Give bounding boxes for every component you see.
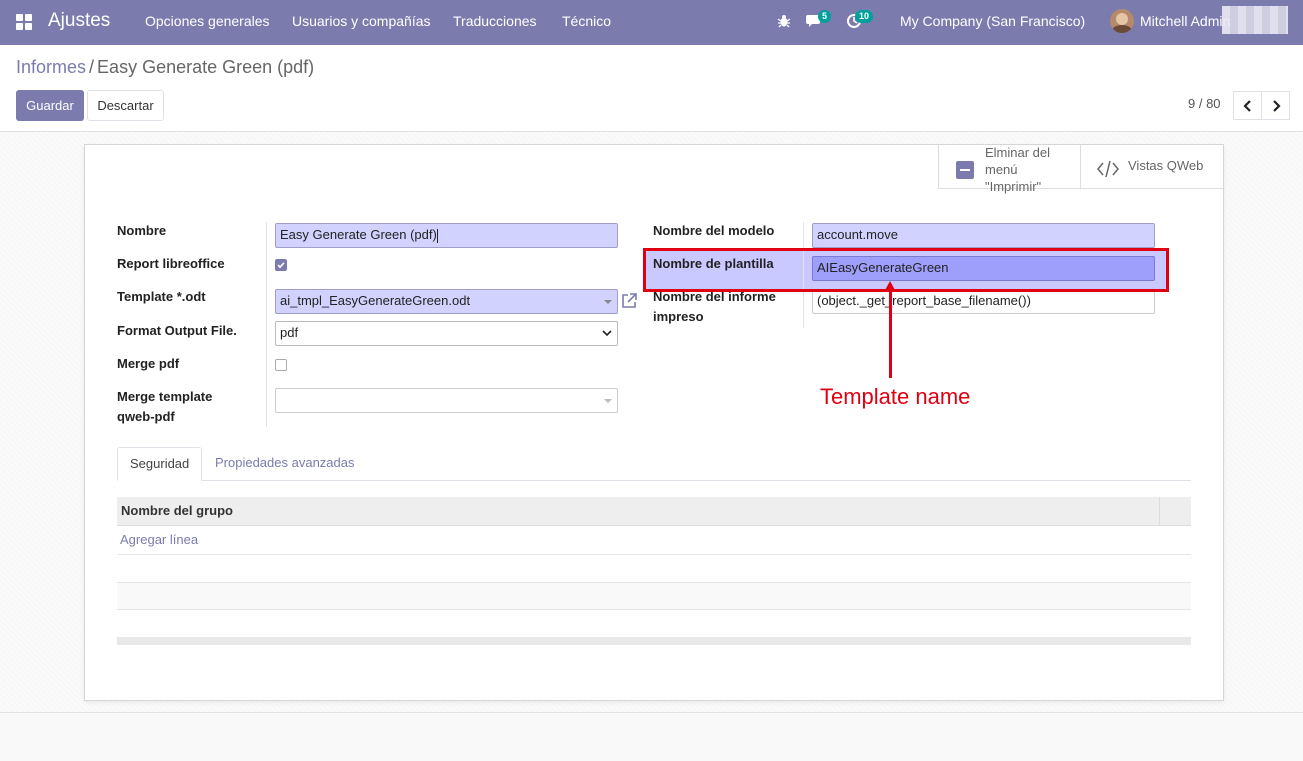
activity-count-badge: 10 [855,10,874,23]
breadcrumb-parent[interactable]: Informes [16,57,86,77]
code-icon [1097,160,1119,178]
template-odt-select[interactable]: ai_tmpl_EasyGenerateGreen.odt [275,289,618,314]
menu-general-settings[interactable]: Opciones generales [145,13,270,29]
breadcrumb-current: Easy Generate Green (pdf) [97,57,315,77]
report-libreoffice-label: Report libreoffice [117,256,225,271]
merge-pdf-checkbox[interactable] [275,359,287,371]
external-link-icon[interactable] [620,292,638,313]
menu-technical[interactable]: Técnico [562,13,611,29]
tab-advanced-properties[interactable]: Propiedades avanzadas [203,447,367,481]
control-panel: Informes / Easy Generate Green (pdf) Guard… [0,45,1303,132]
apps-menu-icon[interactable] [16,14,32,30]
groups-table-header: Nombre del grupo [117,497,1191,526]
table-row [117,583,1191,609]
table-row [117,554,1191,555]
smart-button-box: Elminar del menú "Imprimir" Vistas QWeb [938,145,1223,194]
printed-report-name-input[interactable]: (object._get_report_base_filename()) [812,289,1155,314]
redacted-area [1222,6,1288,34]
user-menu[interactable]: Mitchell Admin [1140,13,1230,29]
table-footer [117,637,1191,645]
minus-square-icon [956,161,974,179]
debug-bug-icon[interactable] [777,14,791,31]
company-switcher[interactable]: My Company (San Francisco) [900,13,1085,29]
pager-previous-button[interactable] [1233,91,1262,120]
messages-count-badge: 5 [818,10,832,23]
discard-button[interactable]: Descartar [87,90,164,121]
menu-users-companies[interactable]: Usuarios y compañías [292,13,431,29]
top-navbar: Ajustes Opciones generales Usuarios y co… [0,0,1303,45]
breadcrumb-separator: / [89,57,95,77]
name-label: Nombre [117,223,167,238]
menu-translations[interactable]: Traducciones [453,13,537,29]
chevron-right-icon [1272,99,1281,112]
check-icon [277,262,285,269]
add-line-link[interactable]: Agregar línea [120,532,198,547]
printed-report-name-label: Nombre del informe impreso [653,289,776,324]
format-output-select[interactable]: pdf [275,321,618,346]
annotation-label: Template name [820,384,971,409]
model-name-input[interactable]: account.move [812,223,1155,248]
report-libreoffice-checkbox[interactable] [275,259,287,271]
annotation-arrow-up-icon [884,281,896,292]
breadcrumb: Informes / Easy Generate Green (pdf) [16,57,314,78]
template-odt-label: Template *.odt [117,289,206,304]
remove-print-menu-label: Elminar del menú "Imprimir" [985,145,1051,194]
qweb-views-label: Vistas QWeb [1128,158,1204,173]
column-separator [1159,497,1160,526]
merge-template-select[interactable] [275,388,618,413]
pager-next-button[interactable] [1261,91,1290,120]
user-avatar[interactable] [1110,9,1134,33]
table-row-divider [117,582,1191,583]
annotation-arrow-line [889,284,892,378]
app-brand[interactable]: Ajustes [48,10,110,32]
qweb-views-button[interactable]: Vistas QWeb [1080,145,1223,189]
dropdown-caret-icon [604,399,612,403]
dropdown-caret-icon [604,300,612,304]
merge-template-label: Merge template qweb-pdf [117,389,213,424]
group-name-column-header[interactable]: Nombre del grupo [121,503,233,518]
remove-print-menu-button[interactable]: Elminar del menú "Imprimir" [938,145,1080,194]
annotation-highlight-box [643,248,1169,292]
table-row-divider [117,609,1191,610]
pager-value[interactable]: 9 / 80 [1188,96,1221,111]
left-column-separator [266,222,267,427]
merge-pdf-label: Merge pdf [117,356,180,371]
tab-security[interactable]: Seguridad [117,447,203,481]
chevron-left-icon [1242,99,1251,112]
format-output-label: Format Output File. [117,323,237,338]
name-input[interactable]: Easy Generate Green (pdf) [275,223,618,248]
chevron-down-icon [602,330,612,337]
model-name-label: Nombre del modelo [653,223,775,238]
save-button[interactable]: Guardar [16,90,84,121]
